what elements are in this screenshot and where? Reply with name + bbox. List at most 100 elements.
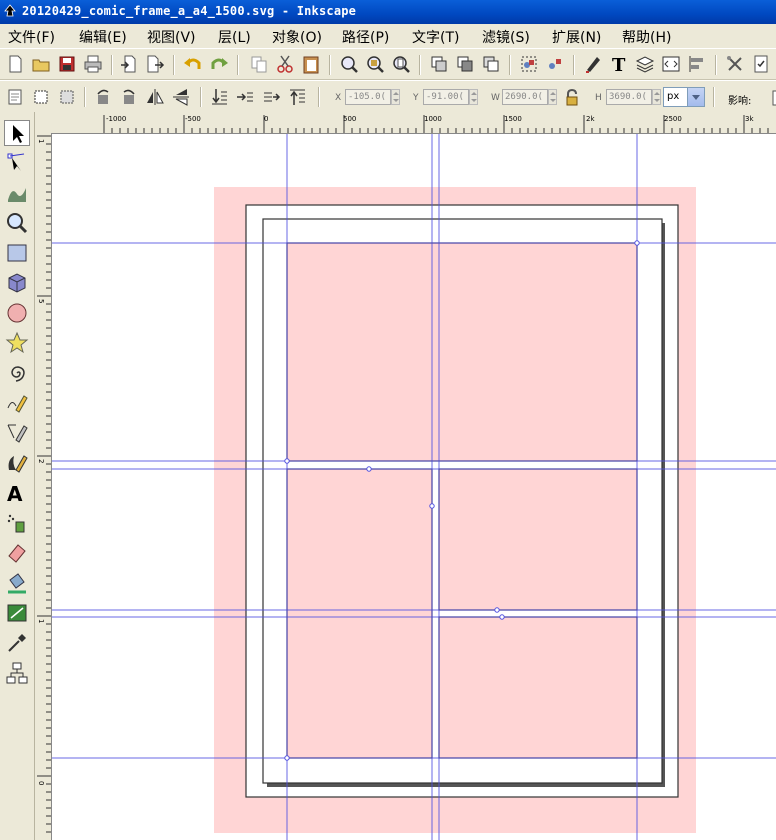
- h-input[interactable]: 3690.0(: [606, 89, 652, 105]
- menu-file[interactable]: 文件(F): [8, 27, 55, 47]
- menu-object[interactable]: 对象(O): [272, 27, 322, 47]
- y-spinner[interactable]: [469, 89, 478, 105]
- spray-tool-icon[interactable]: [4, 510, 30, 536]
- vertical-ruler[interactable]: 1 5 2 1 0: [35, 133, 52, 840]
- y-input[interactable]: -91.00(: [423, 89, 469, 105]
- fill-stroke-icon[interactable]: [582, 53, 604, 75]
- pencil-tool-icon[interactable]: [4, 390, 30, 416]
- node-tool-icon[interactable]: [4, 150, 30, 176]
- cut-icon[interactable]: [274, 53, 296, 75]
- text-font-icon[interactable]: T: [608, 53, 630, 75]
- clone-icon[interactable]: [454, 53, 476, 75]
- snap-node[interactable]: [366, 466, 372, 472]
- menu-extensions[interactable]: 扩展(N): [552, 27, 601, 47]
- w-spinner[interactable]: [548, 89, 557, 105]
- zoom-selection-icon[interactable]: [338, 53, 360, 75]
- unlink-clone-icon[interactable]: [480, 53, 502, 75]
- menu-text[interactable]: 文字(T): [412, 27, 459, 47]
- deselect-icon[interactable]: [56, 86, 78, 108]
- pen-tool-icon[interactable]: [4, 420, 30, 446]
- new-document-icon[interactable]: [4, 53, 26, 75]
- select-all-layers-icon[interactable]: [30, 86, 52, 108]
- zoom-page-icon[interactable]: [390, 53, 412, 75]
- paste-icon[interactable]: [300, 53, 322, 75]
- spiral-tool-icon[interactable]: [4, 360, 30, 386]
- ellipse-tool-icon[interactable]: [4, 300, 30, 326]
- scale-stroke-icon[interactable]: [766, 87, 776, 109]
- h-label: H: [595, 93, 602, 103]
- title-bar: 20120429_comic_frame_a_a4_1500.svg - Ink…: [0, 0, 776, 24]
- flip-horizontal-icon[interactable]: [144, 86, 166, 108]
- menu-view[interactable]: 视图(V): [147, 27, 196, 47]
- text-tool-icon[interactable]: A: [4, 480, 30, 506]
- layers-icon[interactable]: [634, 53, 656, 75]
- h-tick-label: 500: [343, 115, 357, 123]
- lower-to-bottom-icon[interactable]: [208, 86, 230, 108]
- eraser-tool-icon[interactable]: [4, 540, 30, 566]
- undo-icon[interactable]: [182, 53, 204, 75]
- panel-top[interactable]: [286, 242, 638, 462]
- zoom-tool-icon[interactable]: [4, 210, 30, 236]
- snap-node[interactable]: [284, 755, 290, 761]
- document-properties-icon[interactable]: [750, 53, 772, 75]
- lower-icon[interactable]: [234, 86, 256, 108]
- snap-node[interactable]: [499, 614, 505, 620]
- dropper-tool-icon[interactable]: [4, 630, 30, 656]
- zoom-drawing-icon[interactable]: [364, 53, 386, 75]
- menu-layer[interactable]: 层(L): [218, 27, 251, 47]
- menu-path[interactable]: 路径(P): [342, 27, 389, 47]
- flip-vertical-icon[interactable]: [170, 86, 192, 108]
- w-input[interactable]: 2690.0(: [502, 89, 548, 105]
- redo-icon[interactable]: [208, 53, 230, 75]
- star-tool-icon[interactable]: [4, 330, 30, 356]
- unit-select-value: px: [667, 91, 680, 102]
- open-folder-icon[interactable]: [30, 53, 52, 75]
- tweak-tool-icon[interactable]: [4, 180, 30, 206]
- horizontal-ruler[interactable]: -1000 -500 0 500 1000 1500 2k 2500 3k: [51, 113, 776, 134]
- snap-node[interactable]: [634, 240, 640, 246]
- lock-icon[interactable]: [561, 87, 583, 109]
- save-icon[interactable]: [56, 53, 78, 75]
- 3d-box-tool-icon[interactable]: [4, 270, 30, 296]
- y-label: Y: [413, 93, 419, 103]
- export-icon[interactable]: [144, 53, 166, 75]
- rotate-cw-icon[interactable]: [118, 86, 140, 108]
- import-icon[interactable]: [118, 53, 140, 75]
- x-spinner[interactable]: [391, 89, 400, 105]
- paint-bucket-tool-icon[interactable]: [4, 570, 30, 596]
- rectangle-tool-icon[interactable]: [4, 240, 30, 266]
- ungroup-icon[interactable]: [544, 53, 566, 75]
- calligraphy-tool-icon[interactable]: [4, 450, 30, 476]
- group-icon[interactable]: [518, 53, 540, 75]
- duplicate-icon[interactable]: [428, 53, 450, 75]
- drawing-canvas[interactable]: [52, 134, 776, 840]
- rotate-ccw-icon[interactable]: [92, 86, 114, 108]
- connector-tool-icon[interactable]: [4, 660, 30, 686]
- gradient-tool-icon[interactable]: [4, 600, 30, 626]
- snap-node[interactable]: [429, 503, 435, 509]
- panel-bottom-right[interactable]: [438, 616, 638, 759]
- inkscape-logo-icon: [4, 4, 16, 17]
- copy-icon[interactable]: [248, 53, 270, 75]
- chevron-down-icon[interactable]: [687, 88, 704, 106]
- menu-edit[interactable]: 编辑(E): [79, 27, 127, 47]
- selector-tool-arrow-icon[interactable]: [4, 120, 30, 146]
- panel-left[interactable]: [286, 468, 433, 759]
- x-input[interactable]: -105.0(: [345, 89, 391, 105]
- xml-editor-icon[interactable]: [660, 53, 682, 75]
- h-tick-label: 3k: [745, 115, 754, 123]
- unit-select[interactable]: px: [663, 87, 705, 107]
- menu-help[interactable]: 帮助(H): [622, 27, 671, 47]
- menu-filters[interactable]: 滤镜(S): [482, 27, 530, 47]
- preferences-icon[interactable]: [724, 53, 746, 75]
- select-all-icon[interactable]: [4, 86, 26, 108]
- raise-to-top-icon[interactable]: [286, 86, 308, 108]
- h-spinner[interactable]: [652, 89, 661, 105]
- h-tick-label: -500: [185, 115, 201, 123]
- print-icon[interactable]: [82, 53, 104, 75]
- panel-middle-right[interactable]: [438, 468, 638, 611]
- raise-icon[interactable]: [260, 86, 282, 108]
- align-distribute-icon[interactable]: [686, 53, 708, 75]
- snap-node[interactable]: [284, 458, 290, 464]
- snap-node[interactable]: [494, 607, 500, 613]
